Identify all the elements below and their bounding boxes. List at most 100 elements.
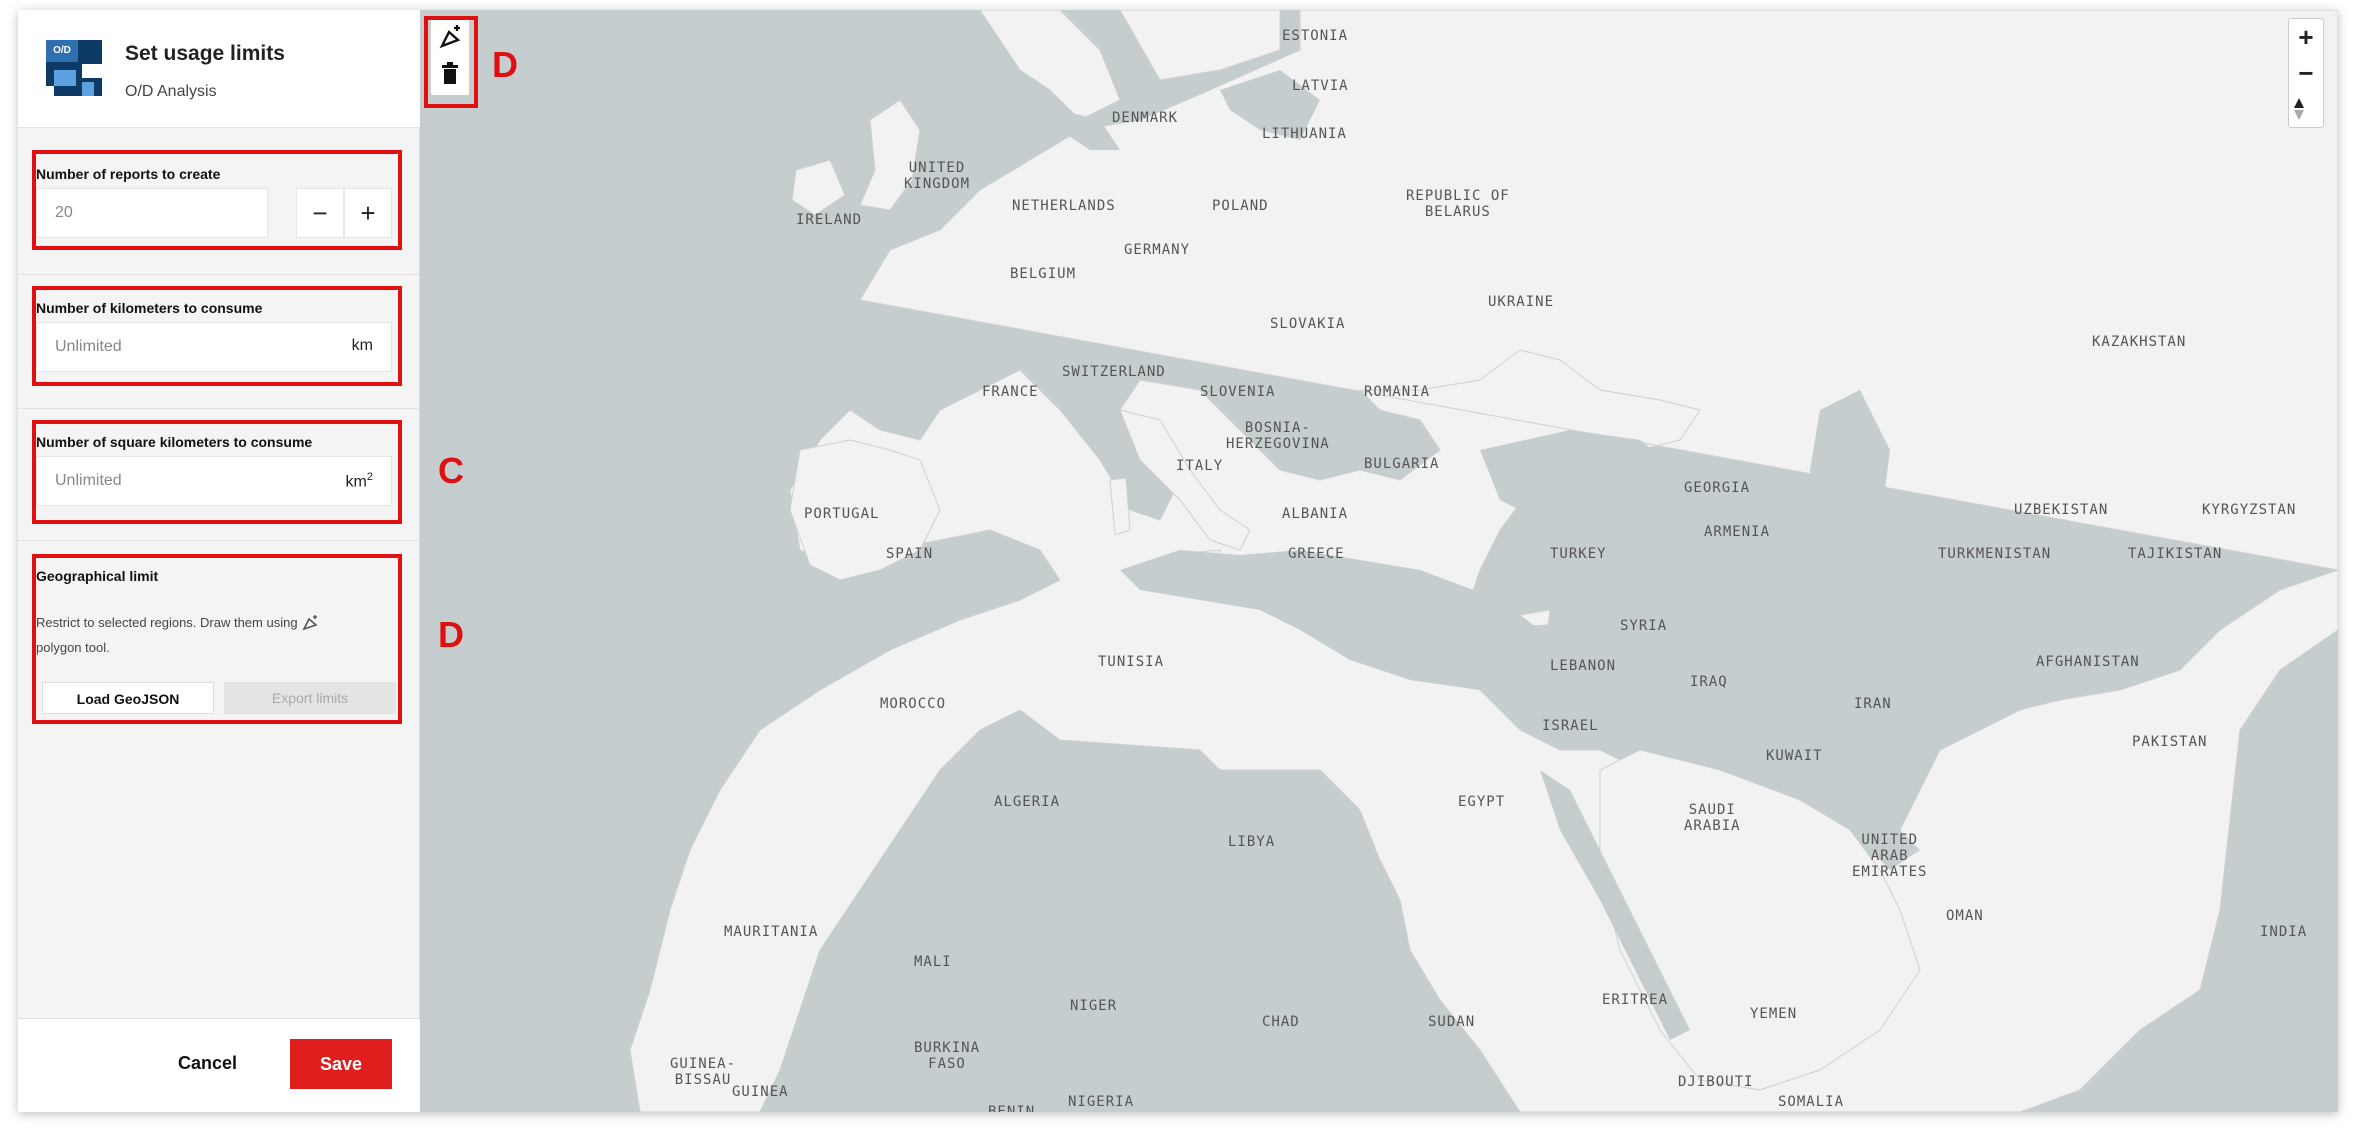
map-label: LATVIA — [1292, 78, 1349, 94]
increment-button[interactable]: + — [344, 188, 392, 238]
map-label: KAZAKHSTAN — [2092, 334, 2187, 350]
square-km-input[interactable]: Unlimited km2 — [36, 456, 392, 506]
map-label: BENIN — [988, 1104, 1036, 1112]
map-label: ITALY — [1176, 458, 1224, 474]
kilometers-value: Unlimited — [55, 338, 122, 355]
map-label: ARMENIA — [1704, 524, 1771, 540]
zoom-in-button[interactable]: + — [2289, 19, 2323, 55]
map-label: LIBYA — [1228, 834, 1276, 850]
trash-icon — [442, 62, 458, 84]
map-label: BULGARIA — [1364, 456, 1440, 472]
map-label: SWITZERLAND — [1062, 364, 1166, 380]
map-label: TUNISIA — [1098, 654, 1165, 670]
geo-description: Restrict to selected regions. Draw them … — [36, 610, 366, 660]
map-label: SAUDI ARABIA — [1684, 802, 1741, 834]
map-label: ISRAEL — [1542, 718, 1599, 734]
map-label: IRAQ — [1690, 674, 1728, 690]
map-label: TURKMENISTAN — [1938, 546, 2052, 562]
map-label: SUDAN — [1428, 1014, 1476, 1030]
annotation-letter-d-panel: D — [438, 614, 464, 655]
divider — [18, 540, 420, 541]
map-label: ESTONIA — [1282, 28, 1349, 44]
map-label: OMAN — [1946, 908, 1984, 924]
map-label: UZBEKISTAN — [2014, 502, 2109, 518]
save-button[interactable]: Save — [290, 1039, 392, 1089]
reports-value: 20 — [55, 204, 73, 221]
square-km-label: Number of square kilometers to consume — [36, 434, 313, 450]
map-view[interactable]: ESTONIA LATVIA LITHUANIA DENMARK UNITED … — [420, 10, 2338, 1112]
divider — [18, 408, 420, 409]
map-label: ERITREA — [1602, 992, 1669, 1008]
divider — [18, 274, 420, 275]
map-label: KYRGYZSTAN — [2202, 502, 2297, 518]
map-label: GREECE — [1288, 546, 1345, 562]
polygon-tool-icon — [302, 614, 318, 630]
map-label: SLOVAKIA — [1270, 316, 1346, 332]
load-geojson-button[interactable]: Load GeoJSON — [42, 682, 214, 714]
kilometers-label: Number of kilometers to consume — [36, 300, 263, 316]
map-label: PAKISTAN — [2132, 734, 2208, 750]
map-label: GUINEA — [732, 1084, 789, 1100]
map-label: GEORGIA — [1684, 480, 1751, 496]
kilometers-input[interactable]: Unlimited km — [36, 322, 392, 372]
map-label: TAJIKISTAN — [2128, 546, 2223, 562]
decrement-button[interactable]: − — [296, 188, 344, 238]
zoom-controls: + − — [2288, 18, 2324, 128]
compass-icon — [2294, 98, 2304, 120]
map-label: UKRAINE — [1488, 294, 1555, 310]
map-label: NETHERLANDS — [1012, 198, 1116, 214]
kilometers-unit: km — [351, 337, 373, 354]
map-label: MALI — [914, 954, 952, 970]
panel-header: O/D Set usage limits O/D Analysis — [18, 10, 420, 128]
map-label: NIGERIA — [1068, 1094, 1135, 1110]
square-km-unit: km2 — [346, 471, 373, 491]
cancel-button[interactable]: Cancel — [178, 1053, 237, 1074]
map-label: SOMALIA — [1778, 1094, 1845, 1110]
map-label: LEBANON — [1550, 658, 1617, 674]
polygon-draw-icon — [439, 25, 461, 49]
map-label: LITHUANIA — [1262, 126, 1347, 142]
geo-label: Geographical limit — [36, 568, 159, 584]
square-km-unit-exponent: 2 — [366, 471, 373, 483]
od-analysis-logo-icon: O/D — [46, 40, 102, 96]
zoom-out-button[interactable]: − — [2289, 55, 2323, 91]
map-label: PORTUGAL — [804, 506, 880, 522]
map-label: FRANCE — [982, 384, 1039, 400]
delete-tool-button[interactable] — [435, 59, 465, 91]
map-label: BURKINA FASO — [914, 1040, 981, 1072]
reports-input[interactable]: 20 — [36, 188, 268, 238]
map-label: GUINEA- BISSAU — [670, 1056, 737, 1088]
map-label: GERMANY — [1124, 242, 1191, 258]
map-label: ROMANIA — [1364, 384, 1431, 400]
map-label: SPAIN — [886, 546, 934, 562]
map-label: UNITED KINGDOM — [904, 160, 971, 192]
map-label: SLOVENIA — [1200, 384, 1276, 400]
map-label: UNITED ARAB EMIRATES — [1852, 832, 1928, 880]
reports-label: Number of reports to create — [36, 166, 221, 182]
map-label: NIGER — [1070, 998, 1118, 1014]
map-label: CHAD — [1262, 1014, 1300, 1030]
annotation-letter-d-tools: D — [492, 44, 518, 85]
square-km-unit-text: km — [345, 473, 367, 491]
map-label: KUWAIT — [1766, 748, 1823, 764]
draw-toolbar — [430, 18, 470, 96]
polygon-tool-button[interactable] — [435, 23, 465, 55]
map-label: REPUBLIC OF BELARUS — [1406, 188, 1510, 220]
sidebar-panel: O/D Set usage limits O/D Analysis Number… — [18, 10, 420, 1112]
map-label: EGYPT — [1458, 794, 1506, 810]
app-window: O/D Set usage limits O/D Analysis Number… — [18, 10, 2338, 1112]
annotation-letter-c: C — [438, 450, 464, 491]
map-label: BELGIUM — [1010, 266, 1077, 282]
map-label: POLAND — [1212, 198, 1269, 214]
map-label: AFGHANISTAN — [2036, 654, 2140, 670]
square-km-value: Unlimited — [55, 472, 122, 489]
panel-footer: Cancel Save — [18, 1018, 420, 1112]
page-title: Set usage limits — [125, 42, 285, 65]
export-limits-button[interactable]: Export limits — [224, 682, 396, 714]
geo-description-text-2: polygon tool. — [36, 640, 110, 655]
map-label: ALBANIA — [1282, 506, 1349, 522]
compass-button[interactable] — [2289, 91, 2323, 127]
geo-description-text: Restrict to selected regions. Draw them … — [36, 615, 298, 630]
map-label: MAURITANIA — [724, 924, 819, 940]
map-label: IRELAND — [796, 212, 863, 228]
